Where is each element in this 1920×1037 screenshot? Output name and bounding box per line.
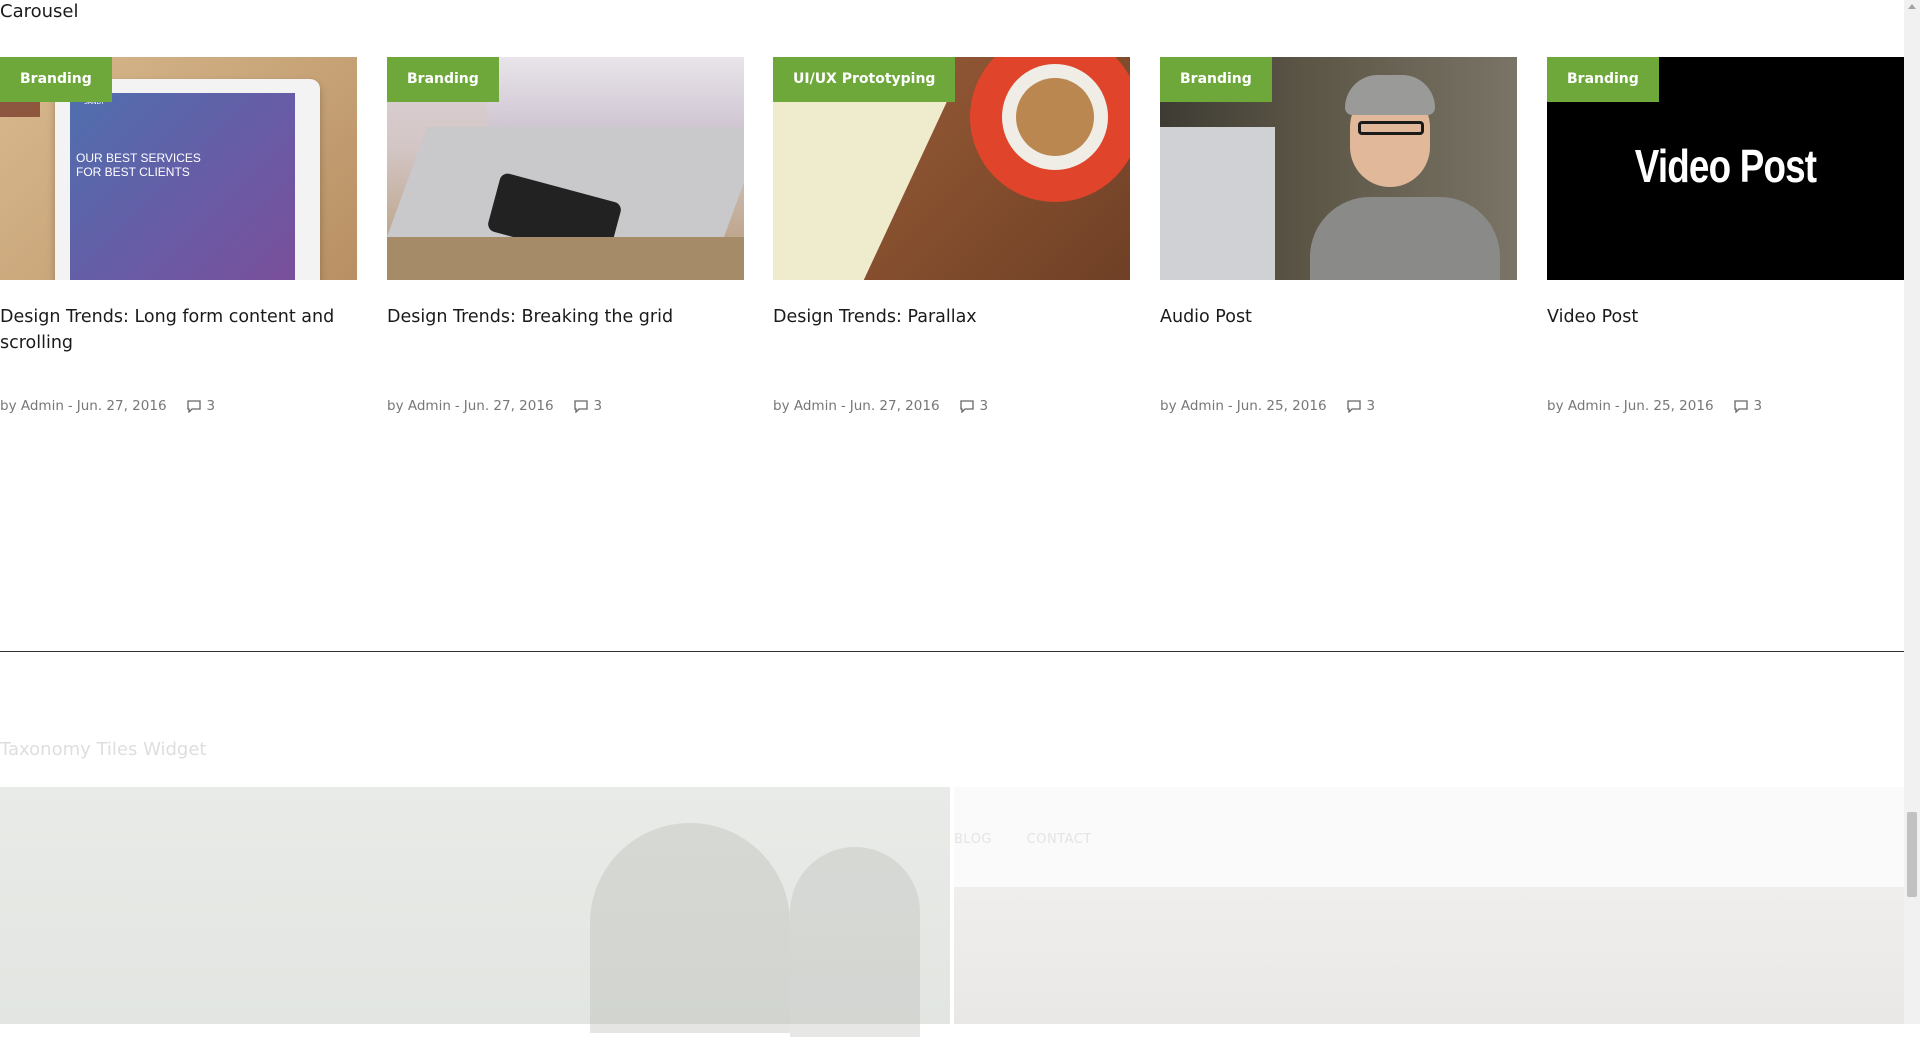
laptop-screen <box>487 57 744 127</box>
post-date: Jun. 27, 2016 <box>849 398 940 414</box>
comment-count[interactable]: 3 <box>1346 398 1376 414</box>
post-title[interactable]: Video Post <box>1547 280 1904 374</box>
post-title[interactable]: Audio Post <box>1160 280 1517 374</box>
post-date: Jun. 27, 2016 <box>463 398 554 414</box>
category-badge[interactable]: Branding <box>1547 57 1659 102</box>
comment-count-value: 3 <box>979 398 989 414</box>
nav-item-contact[interactable]: CONTACT <box>1027 832 1092 847</box>
post-card[interactable]: Video Post Branding Video Post by Admin … <box>1547 57 1904 414</box>
category-badge[interactable]: Branding <box>387 57 499 102</box>
brick-arch-window <box>790 847 920 1037</box>
comment-icon <box>186 399 201 413</box>
comment-count-value: 3 <box>593 398 603 414</box>
category-badge[interactable]: UI/UX Prototyping <box>773 57 956 102</box>
category-badge[interactable]: Branding <box>1160 57 1272 102</box>
meta-separator: - <box>67 398 73 414</box>
scroll-up-arrow-icon[interactable] <box>1908 4 1916 9</box>
taxonomy-tile-preview[interactable]: BLOG CONTACT <box>954 787 1904 1024</box>
post-meta: by Admin - Jun. 27, 2016 3 <box>773 398 1130 414</box>
post-meta: by Admin - Jun. 27, 2016 3 <box>387 398 744 414</box>
scrollbar-thumb[interactable] <box>1907 812 1917 897</box>
comment-count[interactable]: 3 <box>573 398 603 414</box>
tablet-headline-2: FOR BEST CLIENTS <box>76 165 190 179</box>
comment-count-value: 3 <box>1753 398 1763 414</box>
taxonomy-section-title: Taxonomy Tiles Widget <box>0 739 207 760</box>
section-divider <box>0 651 1904 652</box>
tablet-headline-1: OUR BEST SERVICES <box>76 151 201 165</box>
meta-separator: - <box>454 398 460 414</box>
post-meta: by Admin - Jun. 25, 2016 3 <box>1547 398 1904 414</box>
post-author: by Admin <box>387 398 451 414</box>
comment-icon <box>1346 399 1361 413</box>
video-post-image-text: Video Post <box>1634 140 1817 192</box>
category-badge[interactable]: Branding <box>0 57 112 102</box>
post-card[interactable]: Branding Design Trends: Breaking the gri… <box>387 57 744 414</box>
post-author: by Admin <box>773 398 837 414</box>
post-card[interactable]: UI/UX Prototyping Design Trends: Paralla… <box>773 57 1130 414</box>
preview-photo <box>954 887 1904 1024</box>
meta-separator: - <box>1227 398 1233 414</box>
post-carousel: SANDY OUR BEST SERVICES FOR BEST CLIENTS… <box>0 57 1904 427</box>
comment-count[interactable]: 3 <box>1733 398 1763 414</box>
post-thumbnail[interactable]: Video Post Branding <box>1547 57 1904 280</box>
carousel-section-title: Carousel <box>0 1 79 22</box>
meta-separator: - <box>840 398 846 414</box>
coffee <box>1016 78 1094 156</box>
post-card[interactable]: SANDY OUR BEST SERVICES FOR BEST CLIENTS… <box>0 57 357 414</box>
meta-separator: - <box>1614 398 1620 414</box>
post-thumbnail[interactable]: SANDY OUR BEST SERVICES FOR BEST CLIENTS… <box>0 57 357 280</box>
post-date: Jun. 25, 2016 <box>1236 398 1327 414</box>
post-author: by Admin <box>0 398 64 414</box>
laptop-back <box>1160 127 1275 280</box>
post-title[interactable]: Design Trends: Long form content and scr… <box>0 280 357 374</box>
post-date: Jun. 25, 2016 <box>1623 398 1714 414</box>
comment-icon <box>573 399 588 413</box>
post-author: by Admin <box>1547 398 1611 414</box>
vertical-scrollbar[interactable] <box>1904 0 1920 1024</box>
comment-count[interactable]: 3 <box>186 398 216 414</box>
comment-count-value: 3 <box>1366 398 1376 414</box>
beanie <box>1345 75 1435 115</box>
post-thumbnail[interactable]: UI/UX Prototyping <box>773 57 1130 280</box>
post-title[interactable]: Design Trends: Breaking the grid <box>387 280 744 374</box>
brick-arch <box>590 823 790 1033</box>
post-meta: by Admin - Jun. 25, 2016 3 <box>1160 398 1517 414</box>
post-title[interactable]: Design Trends: Parallax <box>773 280 1130 374</box>
faded-nav: BLOG CONTACT <box>954 832 1122 847</box>
post-meta: by Admin - Jun. 27, 2016 3 <box>0 398 357 414</box>
comment-icon <box>959 399 974 413</box>
post-author: by Admin <box>1160 398 1224 414</box>
person-body <box>1310 197 1500 280</box>
comment-count[interactable]: 3 <box>959 398 989 414</box>
comment-count-value: 3 <box>206 398 216 414</box>
tablet-screen: SANDY OUR BEST SERVICES FOR BEST CLIENTS <box>70 93 295 280</box>
post-thumbnail[interactable]: Branding <box>1160 57 1517 280</box>
nav-item-blog[interactable]: BLOG <box>954 832 992 847</box>
taxonomy-tile-image[interactable] <box>0 787 950 1037</box>
post-date: Jun. 27, 2016 <box>76 398 167 414</box>
post-card[interactable]: Branding Audio Post by Admin - Jun. 25, … <box>1160 57 1517 414</box>
comment-icon <box>1733 399 1748 413</box>
post-thumbnail[interactable]: Branding <box>387 57 744 280</box>
glasses <box>1358 121 1424 135</box>
